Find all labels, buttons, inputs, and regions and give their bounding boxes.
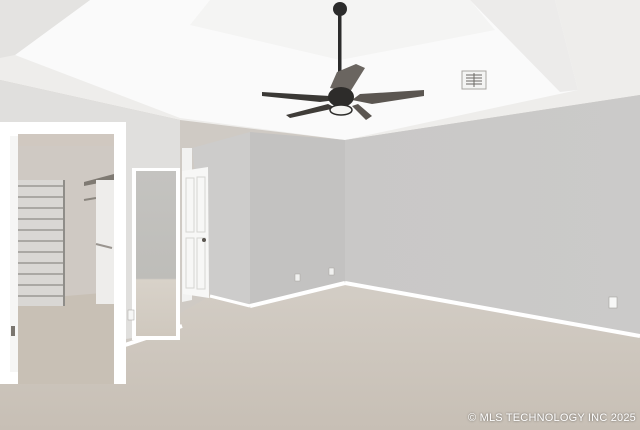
closet-shelving <box>18 180 65 306</box>
wall-mirror <box>136 171 176 336</box>
electrical-outlet-icon <box>294 273 301 282</box>
electrical-outlet-icon <box>608 296 618 309</box>
room-illustration <box>0 0 640 430</box>
door-knob[interactable] <box>202 238 206 242</box>
electrical-outlet-icon <box>127 309 135 321</box>
closet-door-panel <box>96 180 114 304</box>
watermark-text: © MLS TECHNOLOGY INC 2025 <box>468 412 636 424</box>
electrical-outlet-icon <box>328 267 335 276</box>
closet-door-hinge <box>11 326 15 336</box>
air-vent-icon <box>461 70 487 90</box>
empty-bedroom-photo: © MLS TECHNOLOGY INC 2025 <box>0 0 640 430</box>
closet-open-door <box>10 136 18 372</box>
